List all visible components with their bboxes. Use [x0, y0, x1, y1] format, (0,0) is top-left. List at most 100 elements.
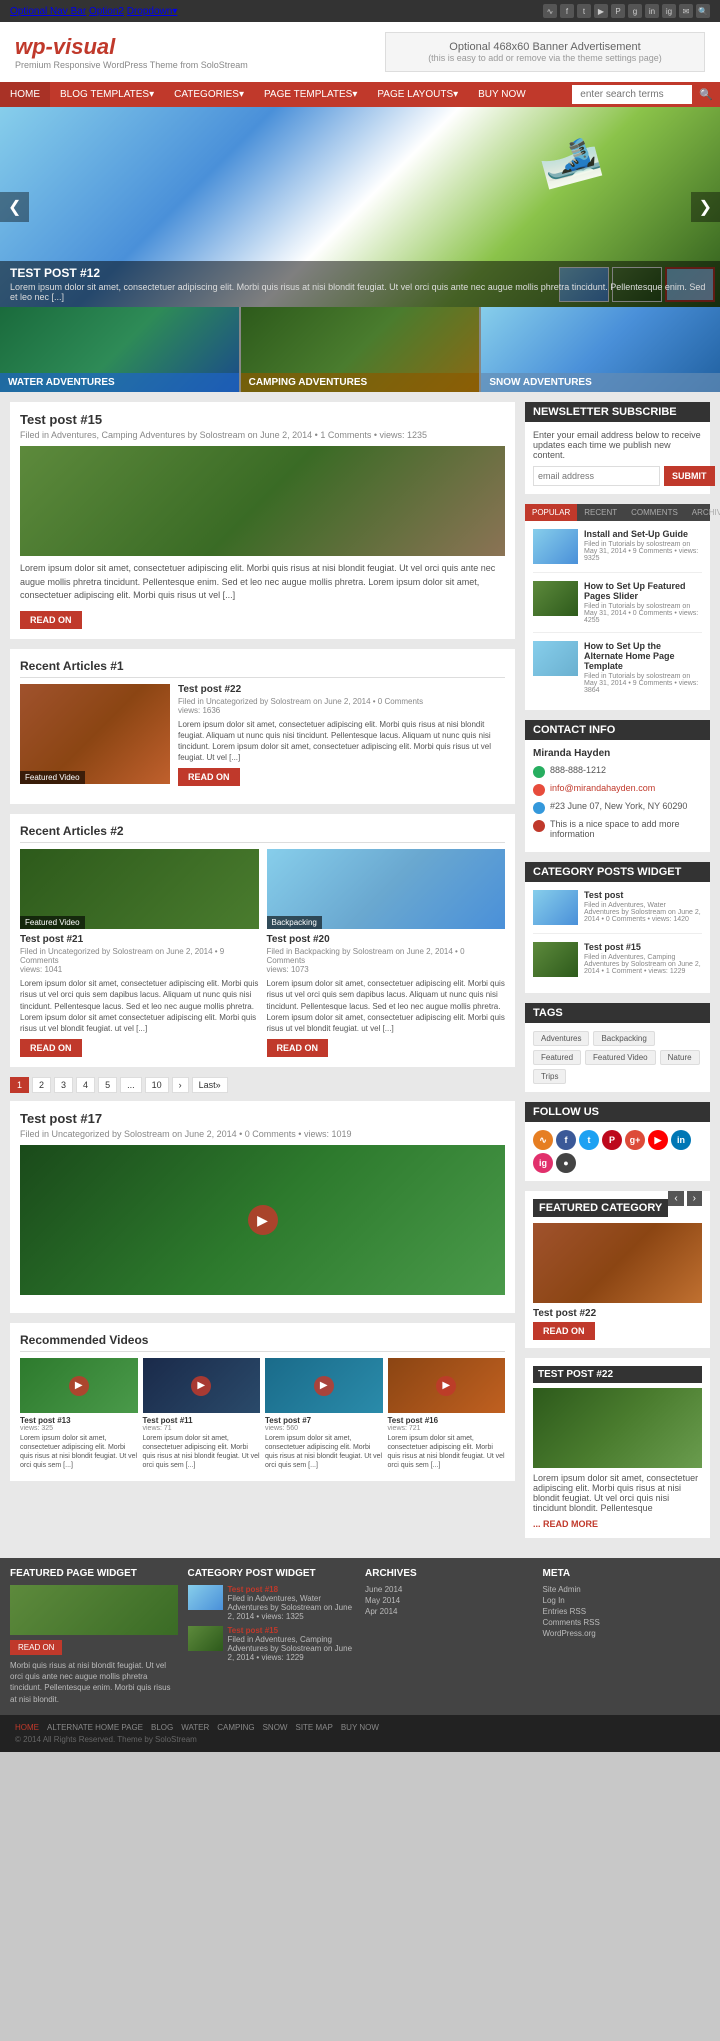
page-5[interactable]: 5: [98, 1077, 117, 1093]
category-snow[interactable]: SNOW ADVENTURES: [481, 307, 720, 392]
linkedin-icon[interactable]: in: [645, 4, 659, 18]
featured-cat-post-title: Test post #22: [533, 1308, 702, 1319]
footer-archives: ARCHIVES June 2014 May 2014 Apr 2014: [365, 1568, 533, 1705]
tab-recent[interactable]: RECENT: [577, 504, 624, 521]
cat-post-2-content: Test post #15 Filed in Adventures, Campi…: [584, 942, 702, 977]
article-21-text: Lorem ipsum dolor sit amet, consectetuer…: [20, 978, 259, 1034]
popular-post-2-img: [533, 581, 578, 616]
slider-next-button[interactable]: ❯: [691, 192, 720, 222]
video-1-play[interactable]: ▶: [69, 1376, 89, 1396]
video-3: ▶ Test post #7 views: 560 Lorem ipsum do…: [265, 1358, 383, 1470]
footer-nav-blog[interactable]: BLOG: [151, 1723, 173, 1732]
tab-popular[interactable]: POPULAR: [525, 504, 577, 521]
article-20-read-on[interactable]: READ ON: [267, 1039, 329, 1057]
footer-nav-buy[interactable]: BUY NOW: [341, 1723, 379, 1732]
nav-home[interactable]: HOME: [0, 82, 50, 107]
video-3-views: views: 560: [265, 1425, 383, 1432]
search-button[interactable]: 🔍: [692, 84, 720, 105]
meta-list: Site Admin Log In Entries RSS Comments R…: [543, 1585, 711, 1638]
footer-nav-water[interactable]: WATER: [181, 1723, 209, 1732]
video-2-thumb[interactable]: ▶: [143, 1358, 261, 1413]
topnav-dropdown[interactable]: Dropdown▾: [127, 6, 178, 17]
newsletter-submit[interactable]: SUBMIT: [664, 466, 715, 486]
follow-facebook[interactable]: f: [556, 1130, 576, 1150]
tag-featured-video[interactable]: Featured Video: [585, 1050, 656, 1065]
video-2-text: Lorem ipsum dolor sit amet, consectetuer…: [143, 1434, 261, 1470]
youtube-icon[interactable]: ▶: [594, 4, 608, 18]
follow-extra[interactable]: ●: [556, 1153, 576, 1173]
slider-post-title: TEST POST #12: [10, 266, 710, 280]
play-button[interactable]: ▶: [248, 1205, 278, 1235]
featured-cat-next[interactable]: ›: [687, 1191, 702, 1206]
footer-featured-read-on[interactable]: READ ON: [10, 1640, 62, 1655]
follow-youtube[interactable]: ▶: [648, 1130, 668, 1150]
recent-2-columns: Featured Video Test post #21 Filed in Un…: [20, 849, 505, 1057]
tag-adventures[interactable]: Adventures: [533, 1031, 589, 1046]
article-21-featured-label: Featured Video: [20, 916, 85, 929]
facebook-icon[interactable]: f: [560, 4, 574, 18]
nav-categories[interactable]: CATEGORIES▾: [164, 82, 254, 107]
twitter-icon[interactable]: t: [577, 4, 591, 18]
page-1[interactable]: 1: [10, 1077, 29, 1093]
video-3-play[interactable]: ▶: [314, 1376, 334, 1396]
tag-trips[interactable]: Trips: [533, 1069, 566, 1084]
rss-icon[interactable]: ∿: [543, 4, 557, 18]
video-2-play[interactable]: ▶: [191, 1376, 211, 1396]
tab-archives[interactable]: ARCHIVES: [685, 504, 720, 521]
video-4-thumb[interactable]: ▶: [388, 1358, 506, 1413]
footer-nav-sitemap[interactable]: SITE MAP: [295, 1723, 332, 1732]
slider-prev-button[interactable]: ❮: [0, 192, 29, 222]
article-22-read-on[interactable]: READ ON: [178, 768, 240, 786]
category-water[interactable]: WATER ADVENTURES: [0, 307, 239, 392]
cat-post-1-img: [533, 890, 578, 925]
post-15-read-on[interactable]: READ ON: [20, 611, 82, 629]
test22-more-link[interactable]: ... READ MORE: [533, 1519, 598, 1529]
pinterest-icon[interactable]: P: [611, 4, 625, 18]
nav-page-templates[interactable]: PAGE TEMPLATES▾: [254, 82, 367, 107]
video-4-text: Lorem ipsum dolor sit amet, consectetuer…: [388, 1434, 506, 1470]
topnav-option2[interactable]: Option2: [89, 6, 124, 17]
tag-nature[interactable]: Nature: [660, 1050, 700, 1065]
meta-log-in: Log In: [543, 1596, 711, 1605]
footer-nav-alternate[interactable]: ALTERNATE HOME PAGE: [47, 1723, 143, 1732]
footer-copyright: © 2014 All Rights Reserved. Theme by Sol…: [15, 1735, 705, 1744]
nav-buy-now[interactable]: BUY NOW: [468, 82, 536, 107]
video-4-play[interactable]: ▶: [436, 1376, 456, 1396]
article-21-read-on[interactable]: READ ON: [20, 1039, 82, 1057]
tag-featured[interactable]: Featured: [533, 1050, 581, 1065]
search-icon[interactable]: 🔍: [696, 4, 710, 18]
follow-twitter[interactable]: t: [579, 1130, 599, 1150]
page-next[interactable]: ›: [172, 1077, 189, 1093]
googleplus-icon[interactable]: g: [628, 4, 642, 18]
footer-nav-snow[interactable]: SNOW: [263, 1723, 288, 1732]
footer-nav-camping[interactable]: CAMPING: [217, 1723, 254, 1732]
video-1-thumb[interactable]: ▶: [20, 1358, 138, 1413]
tag-backpacking[interactable]: Backpacking: [593, 1031, 654, 1046]
search-input[interactable]: [572, 85, 692, 104]
nav-page-layouts[interactable]: PAGE LAYOUTS▾: [367, 82, 468, 107]
category-camping[interactable]: CAMPING ADVENTURES: [241, 307, 480, 392]
follow-instagram[interactable]: ig: [533, 1153, 553, 1173]
contact-email-link[interactable]: info@mirandahayden.com: [550, 783, 655, 793]
follow-linkedin[interactable]: in: [671, 1130, 691, 1150]
instagram-icon[interactable]: ig: [662, 4, 676, 18]
mail-icon[interactable]: ✉: [679, 4, 693, 18]
popular-widget: POPULAR RECENT COMMENTS ARCHIVES Install…: [525, 504, 710, 710]
topnav-optional[interactable]: Optional Nav Bar: [10, 6, 86, 17]
page-2[interactable]: 2: [32, 1077, 51, 1093]
footer-nav-home[interactable]: HOME: [15, 1723, 39, 1732]
page-10[interactable]: 10: [145, 1077, 169, 1093]
featured-cat-prev[interactable]: ‹: [668, 1191, 683, 1206]
newsletter-email-input[interactable]: [533, 466, 660, 486]
page-last[interactable]: Last»: [192, 1077, 228, 1093]
featured-cat-read-on[interactable]: READ ON: [533, 1322, 595, 1340]
nav-blog-templates[interactable]: BLOG TEMPLATES▾: [50, 82, 164, 107]
follow-rss[interactable]: ∿: [533, 1130, 553, 1150]
follow-pinterest[interactable]: P: [602, 1130, 622, 1150]
video-3-thumb[interactable]: ▶: [265, 1358, 383, 1413]
page-3[interactable]: 3: [54, 1077, 73, 1093]
page-4[interactable]: 4: [76, 1077, 95, 1093]
follow-googleplus[interactable]: g+: [625, 1130, 645, 1150]
cat-post-2-img: [533, 942, 578, 977]
tab-comments[interactable]: COMMENTS: [624, 504, 685, 521]
